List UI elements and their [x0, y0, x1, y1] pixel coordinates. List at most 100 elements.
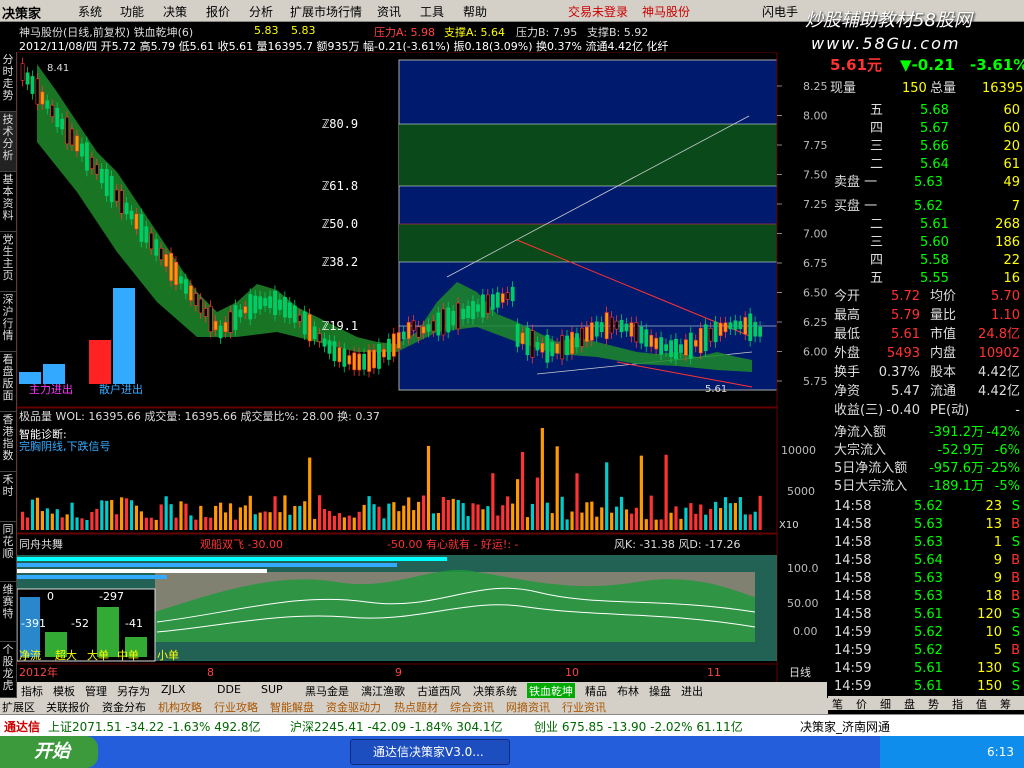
ext-tab[interactable]: 行业攻略 — [214, 699, 258, 715]
indicator-tab[interactable]: 黑马金是 — [303, 683, 351, 699]
taskbar-app-button[interactable]: 通达信决策家V3.0... — [350, 739, 510, 765]
quote-row: 换手 0.37% 股本 4.42亿 — [834, 365, 1020, 380]
ext-tab[interactable]: 扩展区 — [2, 699, 35, 715]
ticker-cy[interactable]: 创业 675.85 -13.90 -2.02% 61.11亿 — [534, 718, 743, 735]
menu-decision[interactable]: 决策 — [163, 3, 187, 20]
ticker-sz[interactable]: 沪深2245.41 -42.09 -1.84% 304.1亿 — [290, 718, 503, 735]
candle-body — [471, 301, 475, 319]
side-tab-hk[interactable]: 香港指数 — [0, 412, 17, 472]
change-value: ▼-0.21 — [900, 56, 955, 74]
indicator-tab[interactable]: 精品 — [583, 683, 609, 699]
volume-bar — [248, 495, 252, 530]
indicator-tab[interactable]: 决策系统 — [471, 683, 519, 699]
candle-body — [99, 168, 104, 184]
indicator-tab[interactable]: 模板 — [51, 683, 77, 699]
volume-bar — [85, 519, 89, 530]
candle-body — [654, 337, 659, 350]
candle-body — [515, 324, 520, 347]
candle-body — [144, 226, 149, 243]
candle-body — [243, 306, 248, 314]
candle-body — [203, 308, 208, 317]
candle-body — [555, 343, 560, 354]
indicator-tab[interactable]: 铁血乾坤 — [527, 683, 575, 699]
indicator-tab[interactable]: 管理 — [83, 683, 109, 699]
candle-body — [738, 321, 743, 330]
candle-body — [669, 340, 673, 358]
volume-label: 极品量 WOL: 16395.66 成交量: 16395.66 成交量比%: 2… — [19, 409, 380, 423]
quote-foot-tab[interactable]: 值 — [976, 696, 987, 712]
candle-body — [258, 296, 263, 310]
indicator-tab[interactable]: ZJLX — [159, 683, 187, 696]
ext-tab[interactable]: 关联报价 — [46, 699, 90, 715]
side-tab-layout[interactable]: 看盘版面 — [0, 352, 17, 412]
indicator-tab[interactable]: 布林 — [615, 683, 641, 699]
side-tab-intraday[interactable]: 分时走势 — [0, 52, 17, 112]
ticker-sh[interactable]: 上证2071.51 -34.22 -1.63% 492.8亿 — [48, 718, 261, 735]
indicator-tab[interactable]: 另存为 — [115, 683, 152, 699]
side-tab-ths[interactable]: 同花顺 — [0, 522, 17, 582]
indicator-tab[interactable]: 操盘 — [647, 683, 673, 699]
volume-bar — [570, 511, 574, 530]
change-pct: -3.61% — [970, 56, 1024, 74]
chart-canvas[interactable]: 主力进出 散户进出 8.41 5.61 ℤ80.9 ℤ61.8 ℤ50.0 ℤ3… — [17, 52, 827, 682]
start-button[interactable]: 开始 — [0, 736, 98, 768]
candle-body — [743, 317, 748, 335]
candle-body — [134, 213, 139, 230]
quote-foot-tab[interactable]: 细 — [880, 696, 891, 712]
volume-bar — [615, 506, 619, 530]
indicator-tab[interactable]: DDE — [215, 683, 243, 696]
side-tab-market[interactable]: 深沪行情 — [0, 292, 17, 352]
candle-body — [550, 341, 555, 357]
side-tab-time[interactable]: 禾时 — [0, 472, 17, 522]
x-label-2012: 2012年 — [19, 665, 58, 679]
volume-bar — [644, 519, 648, 530]
ext-tab[interactable]: 资金驱动力 — [326, 699, 381, 715]
ext-tab[interactable]: 综合资讯 — [450, 699, 494, 715]
volume-bar — [431, 513, 436, 530]
quote-foot-tab[interactable]: 笔 — [832, 696, 843, 712]
menu-ext-market[interactable]: 扩展市场行情 — [290, 3, 362, 20]
clock: 6:13 — [987, 745, 1014, 759]
ext-tab[interactable]: 机构攻略 — [158, 699, 202, 715]
side-tab-home[interactable]: 党生主页 — [0, 232, 17, 292]
menu-function[interactable]: 功能 — [120, 3, 144, 20]
volume-bar — [129, 500, 134, 530]
ext-tab[interactable]: 智能解盘 — [270, 699, 314, 715]
quote-foot-tab[interactable]: 势 — [928, 696, 939, 712]
volume-bar — [466, 515, 470, 530]
side-tab-vst[interactable]: 维赛特 — [0, 582, 17, 642]
indicator-tab[interactable]: 进出 — [679, 683, 705, 699]
fib-19: ℤ19.1 — [322, 319, 358, 333]
menu-system[interactable]: 系统 — [78, 3, 102, 20]
side-tab-tech[interactable]: 技术分析 — [0, 112, 17, 172]
candle-body — [644, 329, 649, 347]
indicator-tab[interactable]: 古道西风 — [415, 683, 463, 699]
indicator-tab[interactable]: 漓江渔歌 — [359, 683, 407, 699]
menu-analysis[interactable]: 分析 — [249, 3, 273, 20]
volume-bar — [387, 503, 391, 530]
quote-row: 5日净流入额 -957.6万 -25% — [834, 461, 1020, 476]
quote-foot-tab[interactable]: 价 — [856, 696, 867, 712]
t2-value: 5.83 — [291, 24, 316, 37]
indicator-tab[interactable]: SUP — [259, 683, 285, 696]
ext-tab[interactable]: 行业资讯 — [562, 699, 606, 715]
volume-bar — [664, 454, 668, 530]
volume-bar — [501, 505, 505, 530]
side-tab-profile[interactable]: 基本资料 — [0, 172, 17, 232]
side-tab-dragon[interactable]: 个股龙虎 — [0, 642, 17, 698]
candle-body — [104, 169, 109, 196]
trade-login-status[interactable]: 交易未登录 — [568, 3, 628, 20]
flash-trade[interactable]: 闪电手 — [762, 3, 798, 20]
box-val-0: 0 — [47, 590, 54, 603]
indicator-tab[interactable]: 指标 — [19, 683, 45, 699]
ext-tab[interactable]: 资金分布 — [102, 699, 146, 715]
quote-foot-tab[interactable]: 指 — [952, 696, 963, 712]
menu-help[interactable]: 帮助 — [463, 3, 487, 20]
menu-quote[interactable]: 报价 — [206, 3, 230, 20]
menu-news[interactable]: 资讯 — [377, 3, 401, 20]
quote-foot-tab[interactable]: 盘 — [904, 696, 915, 712]
ext-tab[interactable]: 热点题材 — [394, 699, 438, 715]
ext-tab[interactable]: 网摘资讯 — [506, 699, 550, 715]
menu-tools[interactable]: 工具 — [420, 3, 444, 20]
quote-foot-tab[interactable]: 筹 — [1000, 696, 1011, 712]
